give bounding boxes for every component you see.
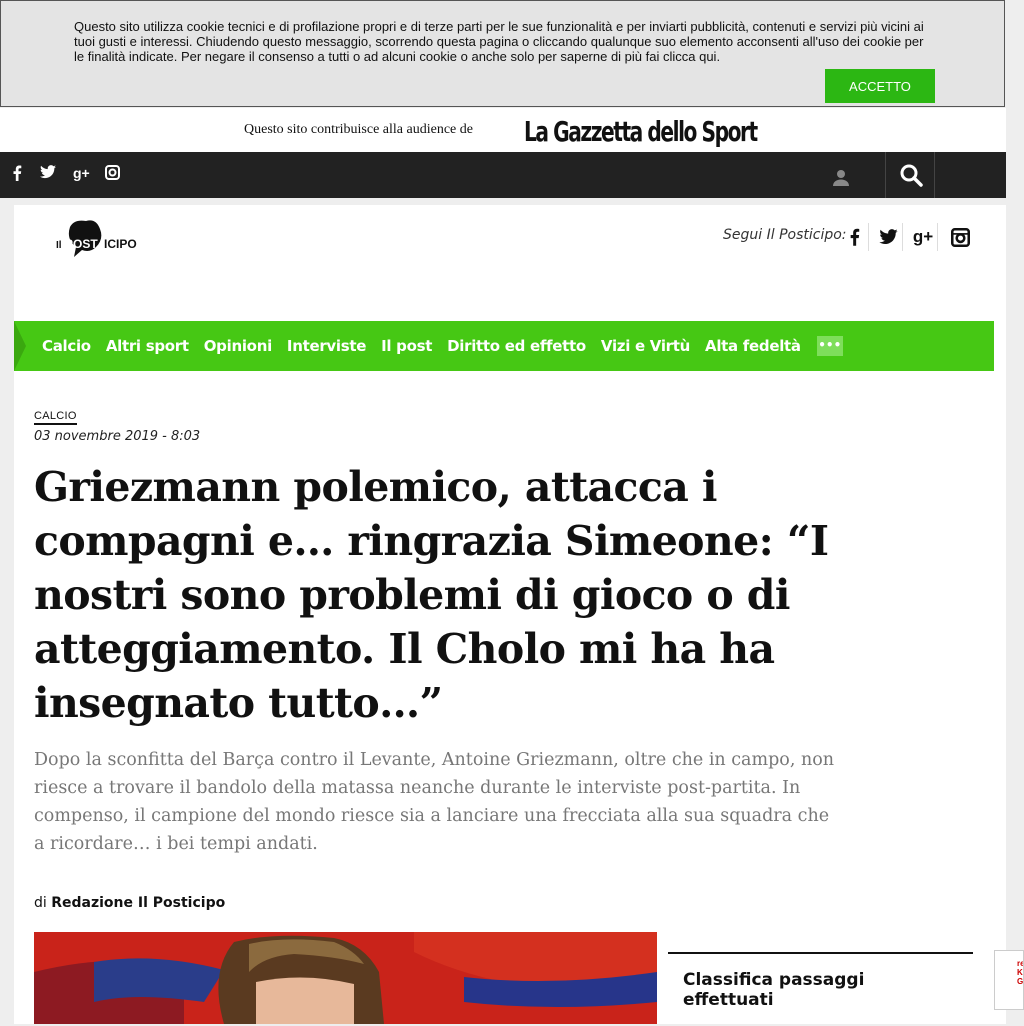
floating-widget[interactable]: re K G — [994, 950, 1024, 1010]
article-title: Griezmann polemico, attacca i compagni e… — [34, 463, 829, 727]
logo-posticipo-a: POST — [65, 237, 98, 251]
nav-more-button[interactable]: ••• — [816, 336, 843, 356]
article-date: 03 novembre 2019 - 8:03 — [34, 429, 201, 444]
follow-google-plus-icon[interactable]: g+ — [909, 223, 938, 251]
nav-item-il-post[interactable]: Il post — [381, 337, 432, 355]
logo-il: Il — [56, 240, 62, 251]
main-page: Il POST ICIPO Segui Il Posticipo: g+ Cal… — [14, 205, 994, 1024]
facebook-icon[interactable] — [12, 165, 22, 185]
user-icon — [833, 170, 849, 186]
top-bar: g+ — [0, 152, 1006, 198]
pass-ranking-title[interactable]: Classifica passaggi effettuati — [683, 970, 933, 1010]
cookie-banner: Questo sito utilizza cookie tecnici e di… — [0, 0, 1005, 107]
logo-posticipo-b: ICIPO — [104, 237, 137, 251]
follow-facebook-icon[interactable] — [840, 223, 869, 251]
nav-item-alta-fedelta[interactable]: Alta fedeltà — [705, 337, 801, 355]
nav-item-opinioni[interactable]: Opinioni — [204, 337, 272, 355]
article-summary: Dopo la sconfitta del Barça contro il Le… — [34, 750, 835, 854]
follow-label: Segui Il Posticipo: — [723, 227, 847, 243]
cookie-banner-text: Questo sito utilizza cookie tecnici e di… — [74, 19, 924, 64]
byline-prefix: di — [34, 895, 47, 911]
article-category[interactable]: CALCIO — [34, 410, 77, 425]
audience-text: Questo sito contribuisce alla audience d… — [244, 122, 473, 137]
article-hero-image — [34, 932, 657, 1024]
nav-item-diritto-ed-effetto[interactable]: Diritto ed effetto — [447, 337, 586, 355]
main-nav: Calcio Altri sport Opinioni Interviste I… — [14, 321, 994, 371]
gazzetta-logo[interactable]: La Gazzetta dello Sport — [524, 115, 758, 148]
follow-twitter-icon[interactable] — [874, 223, 903, 251]
pass-ranking-box: Classifica passaggi effettuati — [668, 952, 973, 1026]
nav-item-interviste[interactable]: Interviste — [287, 337, 367, 355]
follow-instagram-icon[interactable] — [946, 223, 974, 251]
search-icon — [900, 164, 923, 187]
nav-item-altri-sport[interactable]: Altri sport — [106, 337, 189, 355]
site-logo[interactable]: Il POST ICIPO — [56, 217, 146, 257]
byline-author[interactable]: Redazione Il Posticipo — [51, 895, 225, 911]
article-byline: di Redazione Il Posticipo — [34, 895, 225, 911]
nav-arrow — [14, 321, 26, 371]
accept-cookies-button[interactable]: ACCETTO — [825, 69, 935, 103]
nav-item-vizi-e-virtu[interactable]: Vizi e Virtù — [601, 337, 690, 355]
user-account-button[interactable] — [820, 152, 864, 198]
nav-item-calcio[interactable]: Calcio — [42, 337, 91, 355]
twitter-icon[interactable] — [40, 165, 56, 183]
page-edge — [993, 205, 1006, 1024]
google-plus-icon[interactable]: g+ — [73, 165, 90, 181]
audience-strip: Questo sito contribuisce alla audience d… — [0, 108, 1006, 152]
instagram-icon[interactable] — [105, 165, 120, 184]
search-button[interactable] — [885, 152, 935, 198]
